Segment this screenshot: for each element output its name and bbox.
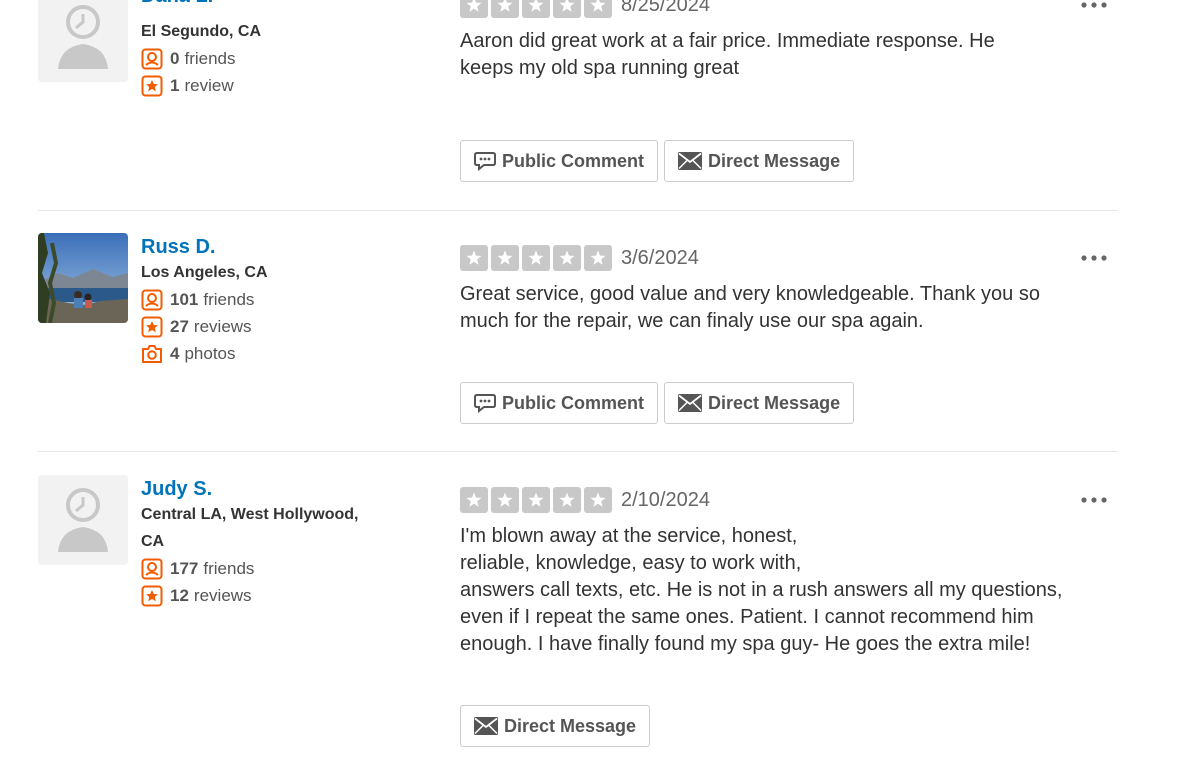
user-name-link[interactable]: Dana L. bbox=[141, 0, 401, 8]
star-icon bbox=[491, 245, 519, 271]
friends-icon bbox=[141, 289, 163, 311]
public-comment-label: Public Comment bbox=[502, 392, 645, 413]
reviews-count: 27 reviews bbox=[141, 313, 401, 340]
more-options-icon[interactable] bbox=[1080, 487, 1108, 513]
user-name-link[interactable]: Russ D. bbox=[141, 235, 401, 259]
photos-label: photos bbox=[184, 344, 236, 363]
photos-count: 4 photos bbox=[141, 340, 401, 367]
direct-message-button[interactable]: Direct Message bbox=[664, 382, 855, 424]
review-actions: Public Comment Direct Message bbox=[460, 382, 855, 424]
reviews-number: 1 bbox=[170, 76, 180, 95]
friends-number: 177 bbox=[170, 559, 199, 578]
direct-message-label: Direct Message bbox=[708, 150, 841, 171]
friends-icon bbox=[141, 48, 163, 70]
review-text: I'm blown away at the service, honest, r… bbox=[460, 525, 1063, 655]
envelope-icon bbox=[474, 717, 498, 735]
review-item: Dana L. El Segundo, CA 0 friends 1 revie… bbox=[38, 0, 1118, 192]
reviews-label: review bbox=[184, 76, 234, 95]
direct-message-label: Direct Message bbox=[504, 715, 637, 736]
friends-label: friends bbox=[203, 290, 255, 309]
star-icon bbox=[460, 245, 488, 271]
direct-message-label: Direct Message bbox=[708, 392, 841, 413]
rating-row: 8/25/2024 bbox=[460, 0, 1110, 18]
friends-count: 0 friends bbox=[141, 45, 401, 72]
profile-photo-icon bbox=[38, 233, 128, 323]
public-comment-label: Public Comment bbox=[502, 150, 645, 171]
comment-icon bbox=[474, 393, 496, 413]
friends-count: 101 friends bbox=[141, 286, 401, 313]
default-avatar-icon bbox=[38, 0, 128, 82]
default-avatar-icon bbox=[38, 475, 128, 565]
user-name-link[interactable]: Judy S. bbox=[141, 477, 401, 501]
more-options-icon[interactable] bbox=[1080, 245, 1108, 271]
star-icon bbox=[522, 487, 550, 513]
reviews-label: reviews bbox=[193, 317, 252, 336]
star-icon bbox=[553, 0, 581, 18]
rating-row: 3/6/2024 bbox=[460, 245, 1110, 271]
star-icon bbox=[491, 487, 519, 513]
review-text: Aaron did great work at a fair price. Im… bbox=[460, 30, 995, 79]
friends-number: 0 bbox=[170, 49, 180, 68]
friends-label: friends bbox=[184, 49, 236, 68]
friends-label: friends bbox=[203, 559, 255, 578]
review-star-icon bbox=[141, 75, 163, 97]
star-rating bbox=[460, 0, 612, 18]
star-icon bbox=[584, 487, 612, 513]
review-date: 8/25/2024 bbox=[621, 0, 710, 16]
public-comment-button[interactable]: Public Comment bbox=[460, 382, 659, 424]
reviews-count: 1 review bbox=[141, 72, 401, 99]
camera-icon bbox=[141, 343, 163, 365]
friends-icon bbox=[141, 558, 163, 580]
friends-count: 177 friends bbox=[141, 555, 401, 582]
avatar[interactable] bbox=[38, 475, 128, 565]
star-icon bbox=[460, 0, 488, 18]
star-icon bbox=[460, 487, 488, 513]
friends-number: 101 bbox=[170, 290, 199, 309]
review-actions: Public Comment Direct Message bbox=[460, 140, 855, 182]
user-location: Los Angeles, CA bbox=[141, 264, 268, 281]
star-icon bbox=[553, 487, 581, 513]
review-star-icon bbox=[141, 316, 163, 338]
photos-number: 4 bbox=[170, 344, 180, 363]
star-icon bbox=[584, 245, 612, 271]
envelope-icon bbox=[678, 152, 703, 170]
star-icon bbox=[522, 0, 550, 18]
envelope-icon bbox=[678, 394, 703, 412]
star-icon bbox=[553, 245, 581, 271]
avatar[interactable] bbox=[38, 233, 128, 323]
review-text: Great service, good value and very knowl… bbox=[460, 283, 1040, 332]
review-date: 2/10/2024 bbox=[621, 488, 710, 511]
avatar[interactable] bbox=[38, 0, 128, 82]
direct-message-button[interactable]: Direct Message bbox=[664, 140, 855, 182]
star-rating bbox=[460, 487, 612, 513]
star-icon bbox=[491, 0, 519, 18]
reviews-number: 12 bbox=[170, 586, 189, 605]
review-divider bbox=[38, 210, 1118, 211]
star-icon bbox=[522, 245, 550, 271]
public-comment-button[interactable]: Public Comment bbox=[460, 140, 659, 182]
user-location: El Segundo, CA bbox=[141, 23, 261, 40]
review-actions: Direct Message bbox=[460, 705, 651, 747]
rating-row: 2/10/2024 bbox=[460, 487, 1110, 513]
star-rating bbox=[460, 245, 612, 271]
comment-icon bbox=[474, 151, 496, 171]
review-divider bbox=[38, 451, 1118, 452]
star-icon bbox=[584, 0, 612, 18]
review-star-icon bbox=[141, 585, 163, 607]
direct-message-button[interactable]: Direct Message bbox=[460, 705, 651, 747]
more-options-icon[interactable] bbox=[1080, 0, 1108, 18]
reviews-count: 12 reviews bbox=[141, 582, 401, 609]
review-date: 3/6/2024 bbox=[621, 246, 699, 269]
review-item: Judy S. Central LA, West Hollywood, CA 1… bbox=[38, 475, 1118, 759]
user-location: Central LA, West Hollywood, CA bbox=[141, 506, 359, 550]
reviews-label: reviews bbox=[193, 586, 252, 605]
review-item: Russ D. Los Angeles, CA 101 friends 27 r… bbox=[38, 233, 1118, 433]
reviews-number: 27 bbox=[170, 317, 189, 336]
